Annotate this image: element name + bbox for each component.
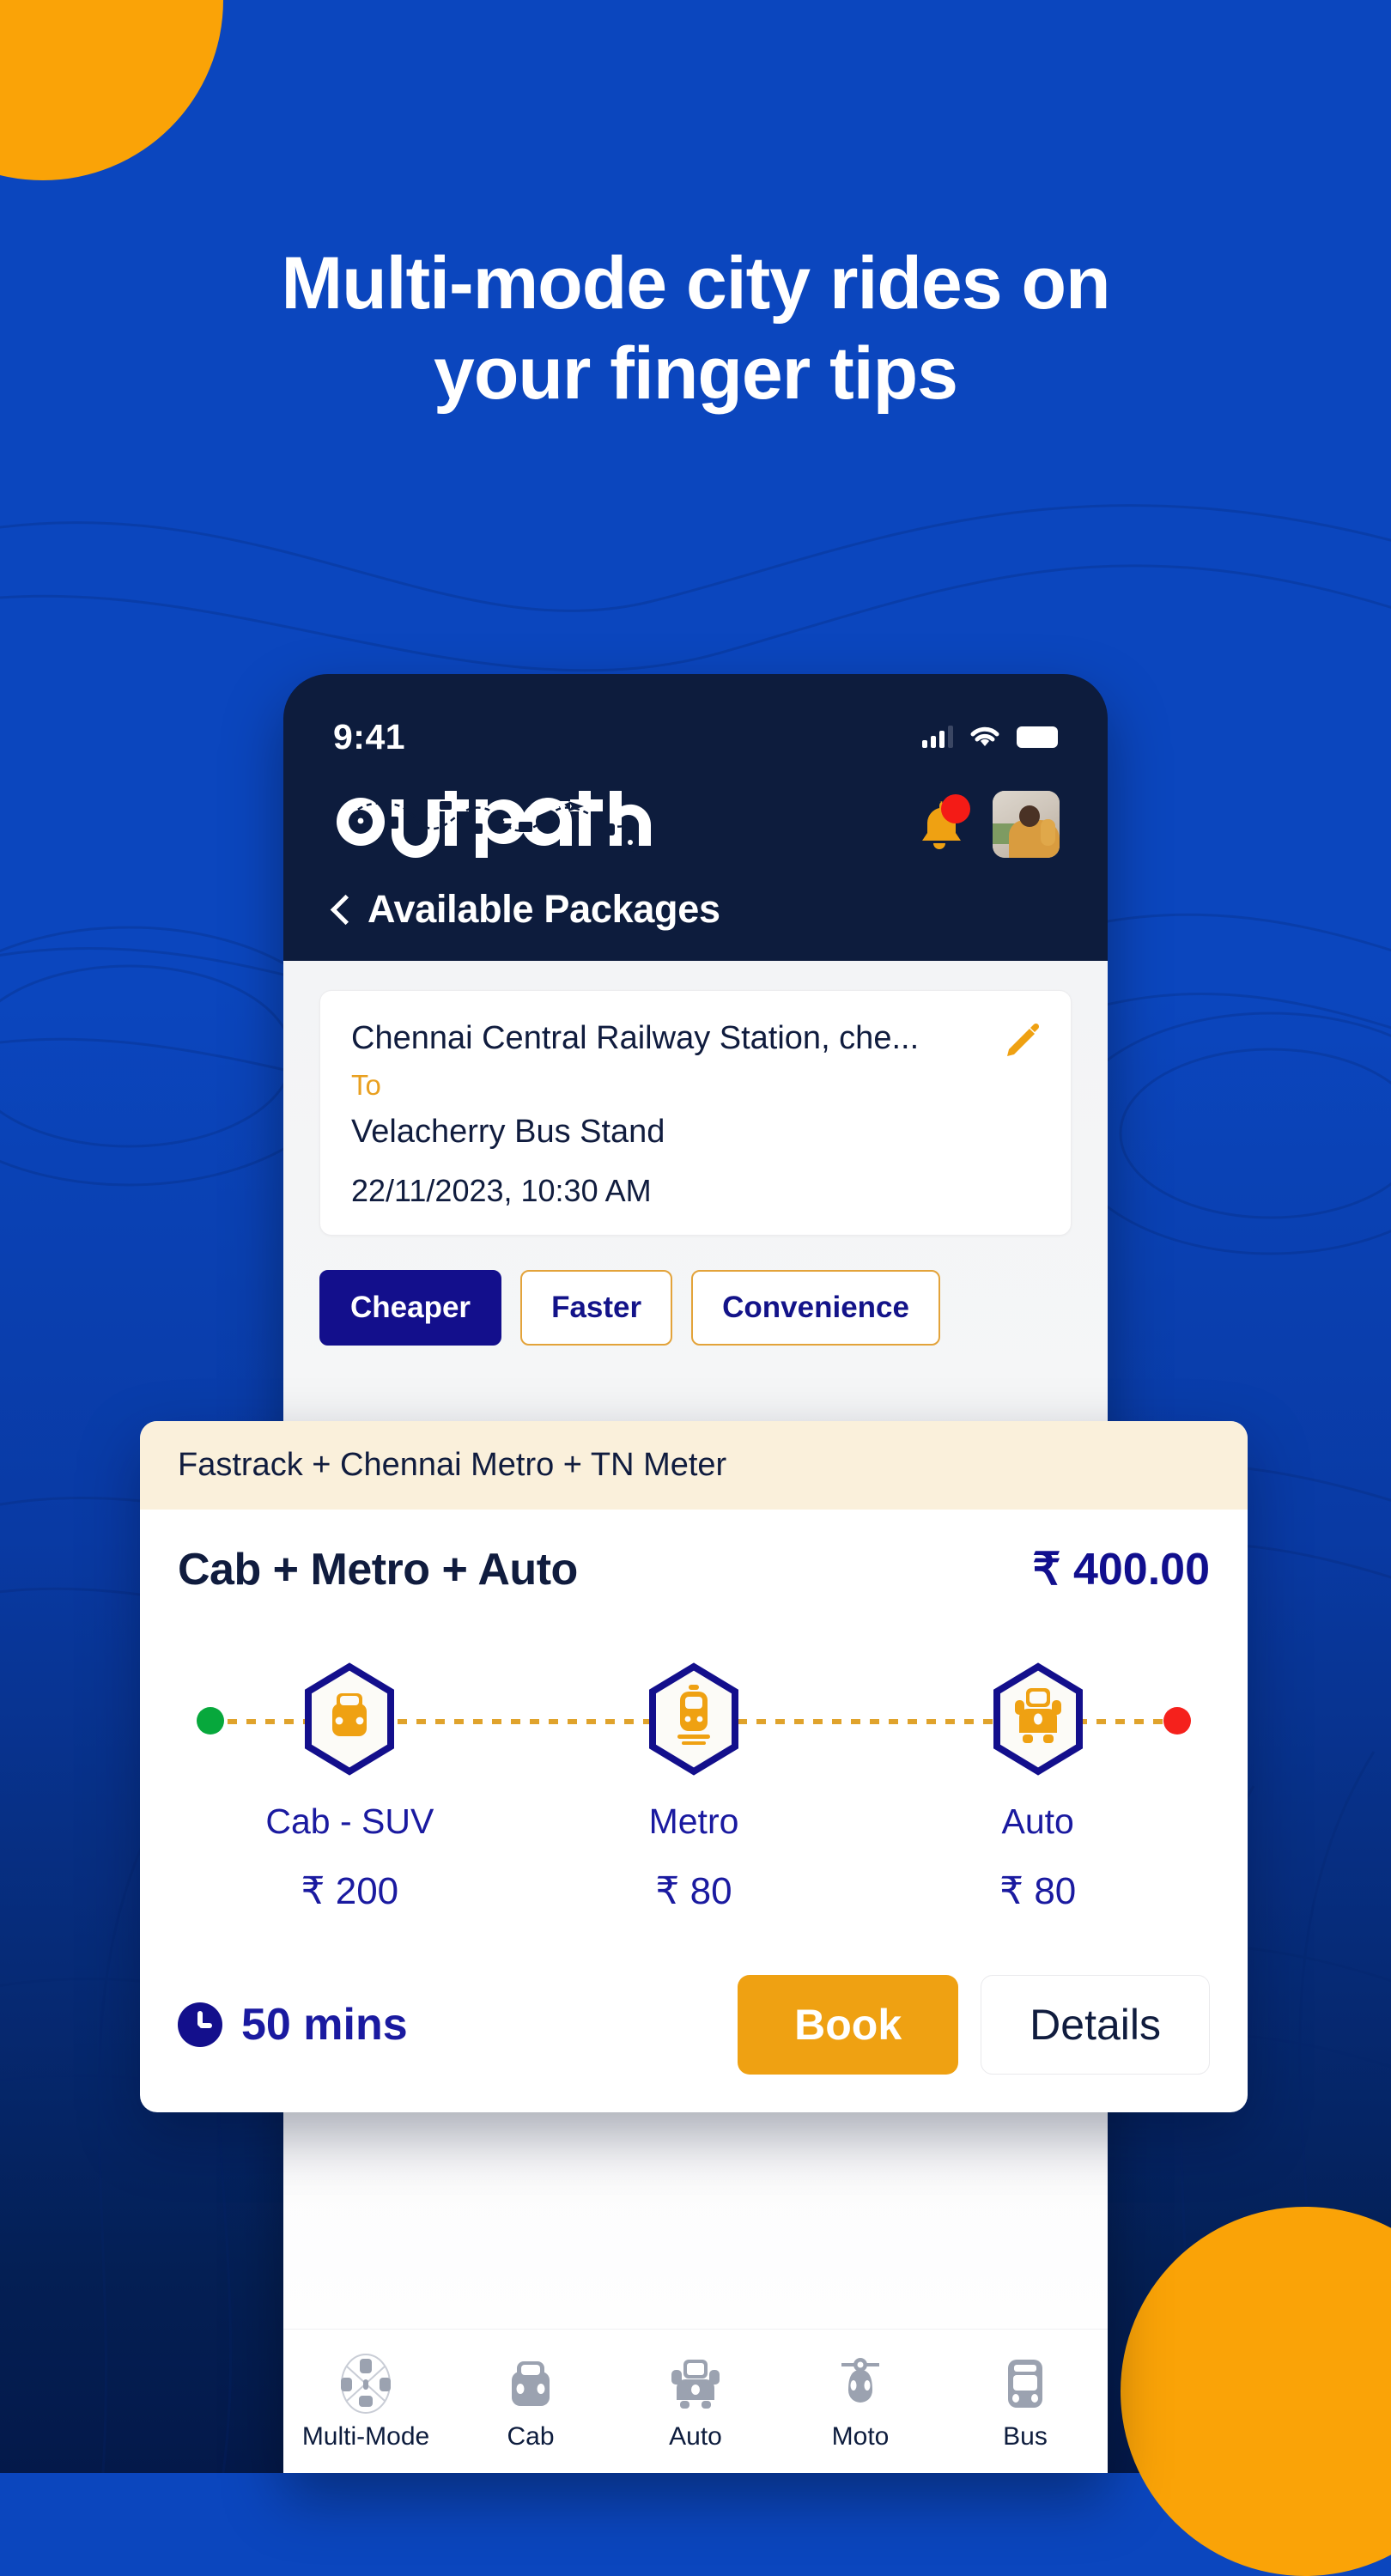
nav-item-auto[interactable]: Auto [613,2350,778,2451]
promo-headline: Multi-mode city rides on your finger tip… [0,239,1391,419]
package-providers: Fastrack + Chennai Metro + TN Meter [140,1421,1248,1510]
page-title-row: Available Packages [283,858,1108,961]
moto-scooter-icon [778,2350,943,2417]
auto-rickshaw-icon [613,2350,778,2417]
nav-label: Bus [1003,2422,1048,2451]
nav-item-moto[interactable]: Moto [778,2350,943,2451]
featured-card-footer: 50 mins Book Details [178,1975,1210,2075]
package-duration: 50 mins [178,1999,408,2050]
route-datetime: 22/11/2023, 10:30 AM [351,1173,652,1208]
details-button[interactable]: Details [981,1975,1210,2075]
journey-node-price: ₹ 80 [655,1870,732,1912]
filter-chip-faster[interactable]: Faster [520,1270,673,1346]
outpath-logo[interactable] [331,791,653,858]
nav-item-cab[interactable]: Cab [448,2350,613,2451]
cab-icon [448,2350,613,2417]
route-to-label: To [351,1069,381,1101]
status-bar: 9:41 [283,674,1108,775]
route-from: Chennai Central Railway Station, che... [351,1020,920,1056]
multi-mode-icon [283,2350,448,2417]
headline-line-2: your finger tips [434,331,958,415]
journey-node-auto: Auto ₹ 80 [866,1637,1210,1912]
bottom-navigation: Multi-Mode Cab Auto Moto Bus [283,2329,1108,2473]
nav-label: Multi-Mode [301,2422,430,2451]
journey-node-price: ₹ 200 [301,1870,399,1912]
journey-node-metro: Metro ₹ 80 [522,1637,866,1912]
notification-bell-icon[interactable] [907,791,972,858]
journey-node-cab: Cab - SUV ₹ 200 [178,1637,522,1912]
nav-label: Cab [507,2422,555,2451]
clock-icon [178,2002,222,2047]
package-duration-text: 50 mins [241,2000,408,2050]
journey-timeline: Cab - SUV ₹ 200 Metro ₹ 80 Auto ₹ 80 [178,1637,1210,1912]
featured-package-card[interactable]: Fastrack + Chennai Metro + TN Meter Cab … [140,1421,1248,2112]
nav-label: Moto [831,2422,890,2451]
package-price: ₹ 400.00 [1032,1545,1210,1595]
bus-icon [943,2350,1108,2417]
nav-label: Auto [669,2422,722,2451]
chevron-left-icon[interactable] [331,895,349,924]
filter-chip-convenience[interactable]: Convenience [691,1270,940,1346]
headline-line-1: Multi-mode city rides on [281,242,1110,325]
journey-node-price: ₹ 80 [999,1870,1077,1912]
auto-rickshaw-icon [990,1662,1086,1776]
pencil-edit-icon[interactable] [1002,1018,1043,1060]
journey-node-name: Auto [1001,1801,1074,1841]
cab-icon [301,1662,398,1776]
journey-node-name: Cab - SUV [265,1801,434,1841]
route-card[interactable]: Chennai Central Railway Station, che... … [319,990,1072,1236]
metro-icon [646,1662,742,1776]
filter-chips: Cheaper Faster Convenience [319,1270,1072,1346]
nav-item-bus[interactable]: Bus [943,2350,1108,2451]
notification-badge [941,794,970,823]
status-time: 9:41 [333,716,406,756]
app-header [283,775,1108,858]
wifi-icon [970,726,999,746]
package-title: Cab + Metro + Auto [178,1545,578,1595]
nav-item-multi-mode[interactable]: Multi-Mode [283,2350,448,2451]
cellular-signal-icon [922,726,953,748]
journey-node-name: Metro [648,1801,739,1841]
battery-icon [1017,726,1058,748]
page-title: Available Packages [367,887,720,931]
book-button[interactable]: Book [738,1975,959,2075]
filter-chip-cheaper[interactable]: Cheaper [319,1270,502,1346]
avatar[interactable] [993,791,1060,858]
route-to: Velacherry Bus Stand [351,1114,665,1150]
